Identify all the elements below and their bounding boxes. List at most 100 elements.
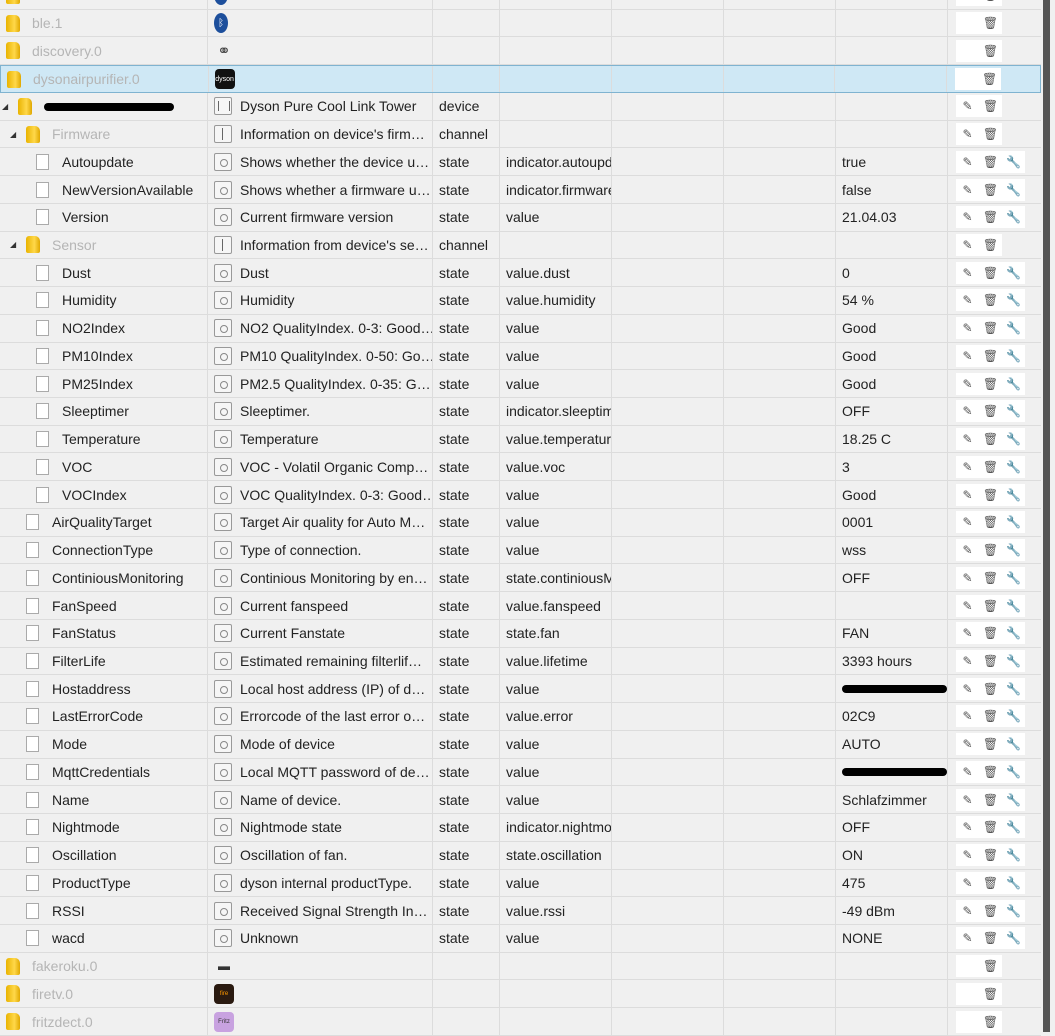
edit-pencil-icon[interactable]: ✎ bbox=[956, 95, 979, 118]
edit-pencil-icon[interactable]: ✎ bbox=[956, 400, 979, 423]
delete-trash-icon[interactable]: 🗑 bbox=[979, 483, 1002, 506]
delete-trash-icon[interactable]: 🗑 bbox=[979, 816, 1002, 839]
delete-trash-icon[interactable]: 🗑 bbox=[979, 261, 1002, 284]
table-row[interactable]: AirQualityTarget Target Air quality for A… bbox=[0, 508, 1041, 537]
edit-pencil-icon[interactable]: ✎ bbox=[956, 261, 979, 284]
edit-pencil-icon[interactable]: ✎ bbox=[956, 871, 979, 894]
delete-trash-icon[interactable]: 🗑 bbox=[979, 455, 1002, 478]
config-wrench-icon[interactable]: 🔧 bbox=[1002, 733, 1025, 756]
delete-trash-icon[interactable]: 🗑 bbox=[979, 594, 1002, 617]
edit-pencil-icon[interactable]: ✎ bbox=[956, 372, 979, 395]
table-row[interactable]: Nightmode Nightmode state state indicator.n… bbox=[0, 814, 1041, 842]
edit-pencil-icon[interactable]: ✎ bbox=[956, 733, 979, 756]
delete-trash-icon[interactable]: 🗑 bbox=[979, 788, 1002, 811]
table-row[interactable]: PM25Index PM2.5 QualityIndex. 0-35: G… sta… bbox=[0, 370, 1041, 399]
delete-trash-icon[interactable]: 🗑 bbox=[978, 68, 1002, 91]
table-row[interactable]: Version Current firmware version state valu… bbox=[0, 203, 1041, 232]
delete-trash-icon[interactable]: 🗑 bbox=[979, 39, 1002, 62]
delete-trash-icon[interactable]: 🗑 bbox=[979, 899, 1002, 922]
delete-trash-icon[interactable]: 🗑 bbox=[979, 511, 1002, 534]
table-row[interactable]: Mode Mode of device state value AUTO ✎ 🗑 🔧 bbox=[0, 730, 1041, 759]
delete-trash-icon[interactable]: 🗑 bbox=[979, 871, 1002, 894]
edit-pencil-icon[interactable]: ✎ bbox=[956, 760, 979, 783]
table-row[interactable]: ProductType dyson internal productType. st… bbox=[0, 869, 1041, 898]
table-row[interactable]: discovery.0 ⚭ 🗑 bbox=[0, 37, 1041, 66]
delete-trash-icon[interactable]: 🗑 bbox=[979, 677, 1002, 700]
table-row[interactable]: NewVersionAvailable Shows whether a firmw… bbox=[0, 176, 1041, 204]
edit-pencil-icon[interactable]: ✎ bbox=[956, 178, 979, 201]
config-wrench-icon[interactable]: 🔧 bbox=[1002, 428, 1025, 451]
delete-trash-icon[interactable]: 🗑 bbox=[979, 12, 1002, 35]
edit-pencil-icon[interactable]: ✎ bbox=[956, 150, 979, 173]
expand-toggle-icon[interactable]: ◢ bbox=[10, 130, 16, 139]
config-wrench-icon[interactable]: 🔧 bbox=[1002, 289, 1025, 312]
table-row[interactable]: dysonairpurifier.0 dyson 🗑 bbox=[0, 65, 1041, 93]
edit-pencil-icon[interactable]: ✎ bbox=[956, 206, 979, 229]
edit-pencil-icon[interactable]: ✎ bbox=[956, 566, 979, 589]
delete-trash-icon[interactable]: 🗑 bbox=[979, 317, 1002, 340]
edit-pencil-icon[interactable]: ✎ bbox=[956, 289, 979, 312]
config-wrench-icon[interactable]: 🔧 bbox=[1002, 455, 1025, 478]
delete-trash-icon[interactable]: 🗑 bbox=[979, 622, 1002, 645]
table-row[interactable]: ◢ Dyson Pure Cool Link Tower device ✎ 🗑 bbox=[0, 92, 1041, 121]
table-row[interactable]: PM10Index PM10 QualityIndex. 0-50: Go… sta… bbox=[0, 342, 1041, 371]
delete-trash-icon[interactable]: 🗑 bbox=[979, 982, 1002, 1005]
config-wrench-icon[interactable]: 🔧 bbox=[1002, 788, 1025, 811]
table-row[interactable]: ble.1 ᛒ 🗑 bbox=[0, 9, 1041, 38]
delete-trash-icon[interactable]: 🗑 bbox=[979, 400, 1002, 423]
config-wrench-icon[interactable]: 🔧 bbox=[1002, 594, 1025, 617]
table-row[interactable]: Sleeptimer Sleeptimer. state indicator.slee… bbox=[0, 398, 1041, 426]
table-row[interactable]: firetv.0 fire 🗑 bbox=[0, 980, 1041, 1009]
scrollbar[interactable] bbox=[1043, 0, 1050, 1032]
config-wrench-icon[interactable]: 🔧 bbox=[1002, 760, 1025, 783]
config-wrench-icon[interactable]: 🔧 bbox=[1002, 539, 1025, 562]
table-row[interactable]: Oscillation Oscillation of fan. state state… bbox=[0, 841, 1041, 870]
table-row[interactable]: FanStatus Current Fanstate state state.fan F… bbox=[0, 619, 1041, 648]
delete-trash-icon[interactable]: 🗑 bbox=[979, 428, 1002, 451]
delete-trash-icon[interactable]: 🗑 bbox=[979, 289, 1002, 312]
edit-pencil-icon[interactable]: ✎ bbox=[956, 483, 979, 506]
table-row[interactable]: Humidity Humidity state value.humidity 54 % ✎… bbox=[0, 287, 1041, 315]
config-wrench-icon[interactable]: 🔧 bbox=[1002, 483, 1025, 506]
edit-pencil-icon[interactable]: ✎ bbox=[956, 123, 979, 146]
delete-trash-icon[interactable]: 🗑 bbox=[979, 344, 1002, 367]
delete-trash-icon[interactable]: 🗑 bbox=[979, 95, 1002, 118]
edit-pencil-icon[interactable]: ✎ bbox=[956, 455, 979, 478]
delete-trash-icon[interactable]: 🗑 bbox=[979, 733, 1002, 756]
delete-trash-icon[interactable]: 🗑 bbox=[979, 233, 1002, 256]
table-row[interactable]: VOC VOC - Volatil Organic Comp… state value… bbox=[0, 453, 1041, 482]
table-row[interactable]: Autoupdate Shows whether the device u… sta… bbox=[0, 148, 1041, 177]
delete-trash-icon[interactable]: 🗑 bbox=[979, 760, 1002, 783]
config-wrench-icon[interactable]: 🔧 bbox=[1002, 206, 1025, 229]
delete-trash-icon[interactable]: 🗑 bbox=[979, 705, 1002, 728]
config-wrench-icon[interactable]: 🔧 bbox=[1002, 566, 1025, 589]
table-row[interactable]: RSSI Received Signal Strength In… state val… bbox=[0, 897, 1041, 925]
config-wrench-icon[interactable]: 🔧 bbox=[1002, 178, 1025, 201]
config-wrench-icon[interactable]: 🔧 bbox=[1002, 400, 1025, 423]
table-row[interactable]: wacd Unknown state value NONE ✎ 🗑 🔧 bbox=[0, 924, 1041, 953]
edit-pencil-icon[interactable]: ✎ bbox=[956, 927, 979, 950]
config-wrench-icon[interactable]: 🔧 bbox=[1002, 649, 1025, 672]
config-wrench-icon[interactable]: 🔧 bbox=[1002, 317, 1025, 340]
config-wrench-icon[interactable]: 🔧 bbox=[1002, 816, 1025, 839]
config-wrench-icon[interactable]: 🔧 bbox=[1002, 150, 1025, 173]
table-row[interactable]: Hostaddress Local host address (IP) of d…… bbox=[0, 675, 1041, 704]
config-wrench-icon[interactable]: 🔧 bbox=[1002, 705, 1025, 728]
config-wrench-icon[interactable]: 🔧 bbox=[1002, 344, 1025, 367]
delete-trash-icon[interactable]: 🗑 bbox=[979, 1010, 1002, 1033]
edit-pencil-icon[interactable]: ✎ bbox=[956, 788, 979, 811]
delete-trash-icon[interactable]: 🗑 bbox=[979, 539, 1002, 562]
delete-trash-icon[interactable]: 🗑 bbox=[979, 178, 1002, 201]
table-row[interactable]: Dust Dust state value.dust 0 ✎ 🗑 🔧 bbox=[0, 259, 1041, 288]
edit-pencil-icon[interactable]: ✎ bbox=[956, 428, 979, 451]
edit-pencil-icon[interactable]: ✎ bbox=[956, 677, 979, 700]
delete-trash-icon[interactable]: 🗑 bbox=[979, 927, 1002, 950]
edit-pencil-icon[interactable]: ✎ bbox=[956, 816, 979, 839]
config-wrench-icon[interactable]: 🔧 bbox=[1002, 899, 1025, 922]
edit-pencil-icon[interactable]: ✎ bbox=[956, 844, 979, 867]
config-wrench-icon[interactable]: 🔧 bbox=[1002, 927, 1025, 950]
delete-trash-icon[interactable]: 🗑 bbox=[979, 955, 1002, 978]
config-wrench-icon[interactable]: 🔧 bbox=[1002, 511, 1025, 534]
table-row[interactable]: ◢ Firmware Information on device's firm… ch… bbox=[0, 120, 1041, 149]
edit-pencil-icon[interactable]: ✎ bbox=[956, 899, 979, 922]
